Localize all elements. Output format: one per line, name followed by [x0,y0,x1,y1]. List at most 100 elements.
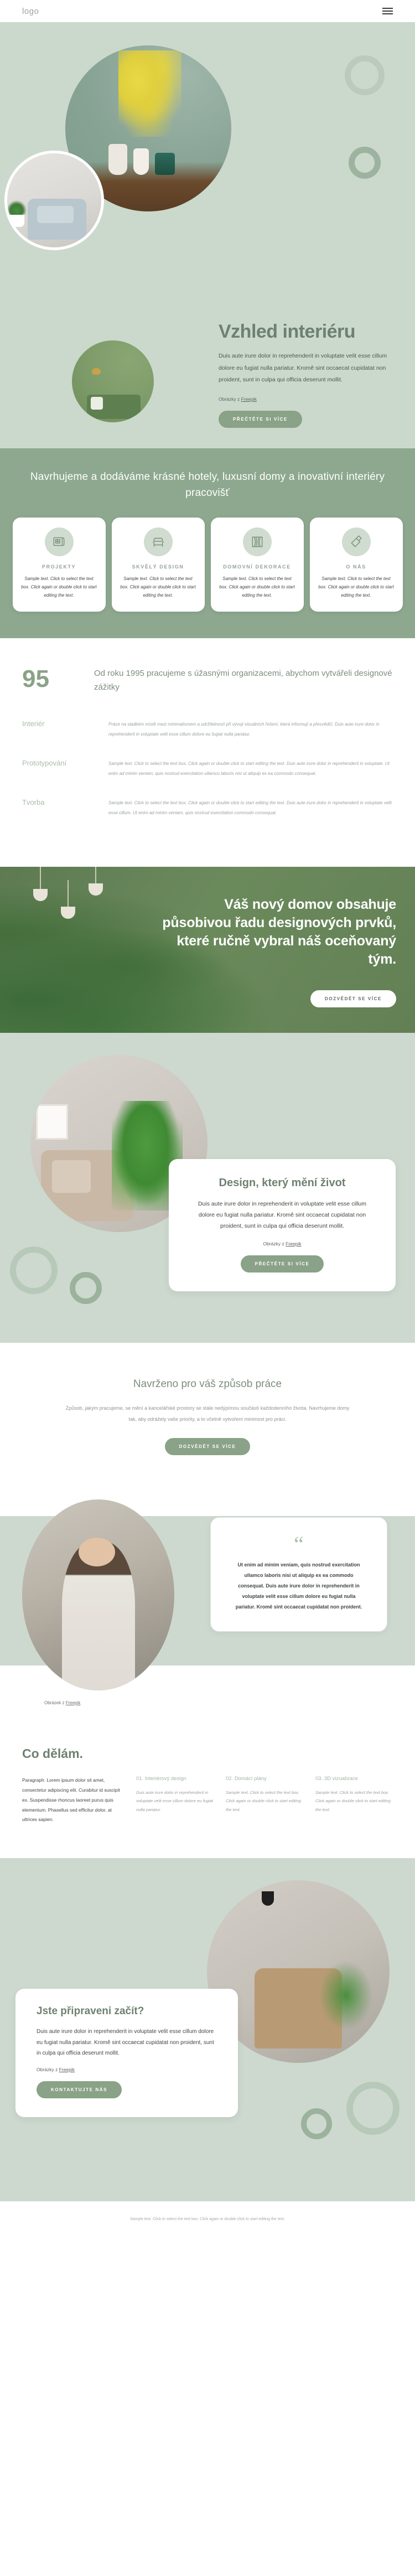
service-card-title: PROJEKTY [42,564,76,570]
service-card[interactable]: O NÁS Sample text. Click to select the t… [309,518,403,612]
detail-row-text: Sample text. Click to select the text bo… [108,800,392,815]
what-i-do-columns: 01. Interiérový design Duis aute irure d… [136,1776,393,1825]
detail-row-label: Prototypování [22,759,67,768]
stat-number: 95 [22,665,49,693]
what-i-do-section: Co dělám. Paragraph. Lorem ipsum dolor s… [0,1715,415,1858]
stats-section: 95 Od roku 1995 pracujeme s úžasnými org… [0,638,415,700]
column-text: Duis aute irure dolor in reprehenderit i… [136,1790,213,1812]
service-card-title: SKVĚLÝ DESIGN [132,564,184,570]
service-card-text: Sample text. Click to select the text bo… [318,576,394,598]
services-heading: Navrhujeme a dodáváme krásné hotely, lux… [30,471,385,499]
what-i-do-title: Co dělám. [22,1746,83,1761]
decorative-ring-large [346,2082,400,2135]
service-card-text: Sample text. Click to select the text bo… [21,576,97,598]
armchair-icon [143,527,173,556]
testimonial-card: “ Ut enim ad minim veniam, quis nostrud … [210,1517,387,1632]
decorative-ring-small [70,1271,102,1304]
design-paragraph: Duis aute irure dolor in reprehenderit i… [198,1200,367,1230]
banner-section: Váš nový domov obsahuje působivou řadu d… [0,866,415,1033]
hero-read-more-button[interactable]: PŘEČTĚTE SI VÍCE [219,410,302,428]
decorative-ring-large [10,1246,58,1294]
service-card-text: Sample text. Click to select the text bo… [120,576,196,598]
site-header: logo [0,0,415,22]
detail-row: Tvorba Sample text. Click to select the … [22,798,393,818]
what-i-do-column: 02. Domácí plány Sample text. Click to s… [226,1776,303,1825]
detail-row-text: Práce na sladkém místě mezi minimalismem… [108,721,380,737]
what-i-do-body: Paragraph. Lorem ipsum dolor sit amet, c… [22,1776,393,1825]
services-section: Navrhujeme a dodáváme krásné hotely, lux… [0,448,415,639]
workstyle-heading: Navrženo pro váš způsob práce [133,1378,282,1390]
column-title: 03. 3D vizualizace [315,1776,359,1782]
potted-plant [317,1957,375,2034]
column-title: 02. Domácí plány [226,1776,267,1782]
page-title: Vzhled interiéru [219,321,356,342]
design-title: Design, který mění život [219,1176,346,1189]
testimonial-image-credit: Obrázek z Freepik [44,1700,80,1705]
credit-link[interactable]: Freepik [59,2067,75,2072]
what-i-do-column: 01. Interiérový design Duis aute irure d… [136,1776,214,1825]
decorative-ring-small [349,147,381,179]
testimonial-text: Ut enim ad minim veniam, quis nostrud ex… [235,1562,362,1610]
hamburger-menu-icon[interactable] [382,8,393,14]
design-text-card: Design, který mění život Duis aute irure… [169,1158,396,1291]
service-card-title: DOMOVNÍ DEKORACE [223,564,291,570]
vase [108,144,127,175]
pendant-lamp [262,1891,274,1906]
banner-heading: Váš nový domov obsahuje působivou řadu d… [162,896,396,967]
blueprint-icon [44,527,74,556]
yellow-flowers [118,50,181,137]
hero-text-block: Vzhled interiéru Duis aute irure dolor i… [219,321,396,428]
detail-row: Prototypování Sample text. Click to sele… [22,759,393,778]
service-card-text: Sample text. Click to select the text bo… [219,576,295,598]
service-card[interactable]: PROJEKTY Sample text. Click to select th… [12,518,106,612]
column-text: Sample text. Click to select the text bo… [226,1790,301,1812]
curtains-icon [242,527,272,556]
cta-title: Jste připraveni začít? [37,2005,144,2018]
credit-link[interactable]: Freepik [286,1241,301,1246]
vase [133,148,149,175]
cta-contact-button[interactable]: KONTAKTUJTE NÁS [37,2081,122,2098]
testimonial-portrait [22,1499,174,1691]
logo[interactable]: logo [22,7,39,16]
credit-prefix: Obrázky z [263,1240,286,1246]
detail-row: Interiér Práce na sladkém místě mezi min… [22,720,393,739]
design-image-credit: Obrázky z Freepik [191,1241,374,1246]
hero-image-sofa [4,151,104,250]
quote-mark-icon: “ [294,1532,304,1557]
what-i-do-column: 03. 3D vizualizace Sample text. Click to… [315,1776,393,1825]
workstyle-section: Navrženo pro váš způsob práce Způsob, ja… [0,1342,415,1494]
detail-row-label: Tvorba [22,798,45,807]
column-title: 01. Interiérový design [136,1776,186,1782]
cta-section: Jste připraveni začít? Duis aute irure d… [0,1858,415,2202]
service-card-title: O NÁS [346,564,366,570]
banner-text-block: Váš nový domov obsahuje působivou řadu d… [158,896,396,969]
burger-line [382,11,393,12]
pendant-lamp [61,880,75,919]
workstyle-learn-more-button[interactable]: DOZVĚDĚT SE VÍCE [164,1438,251,1456]
column-text: Sample text. Click to select the text bo… [315,1790,391,1812]
wall-frame [35,1104,68,1140]
green-jar [155,153,175,175]
workstyle-paragraph: Způsob, jakým pracujeme, se mění a kance… [65,1405,350,1422]
stat-headline: Od roku 1995 pracujeme s úžasnými organi… [94,669,392,692]
what-i-do-intro: Paragraph. Lorem ipsum dolor sit amet, c… [22,1777,120,1823]
design-read-more-button[interactable]: PŘEČTĚTE SI VÍCE [240,1255,324,1273]
pendant-lamp [33,866,48,901]
credit-link[interactable]: Freepik [66,1700,81,1705]
credit-prefix: Obrázky z [219,396,241,402]
burger-line [382,8,393,9]
lamp [91,368,101,375]
hero-section: Vzhled interiéru Duis aute irure dolor i… [0,22,415,448]
decorative-ring-small [301,2108,332,2140]
service-card[interactable]: DOMOVNÍ DEKORACE Sample text. Click to s… [210,518,304,612]
palette-icon [341,527,371,556]
person-face [78,1538,115,1566]
credit-link[interactable]: Freepik [241,396,257,402]
pendant-lamp [89,866,103,896]
credit-prefix: Obrázky z [37,2066,59,2072]
banner-learn-more-button[interactable]: DOZVĚDĚT SE VÍCE [310,990,396,1007]
burger-line [382,13,393,14]
service-card[interactable]: SKVĚLÝ DESIGN Sample text. Click to sele… [111,518,205,612]
cta-text-card: Jste připraveni začít? Duis aute irure d… [15,1989,238,2117]
credit-prefix: Obrázek z [44,1700,66,1706]
